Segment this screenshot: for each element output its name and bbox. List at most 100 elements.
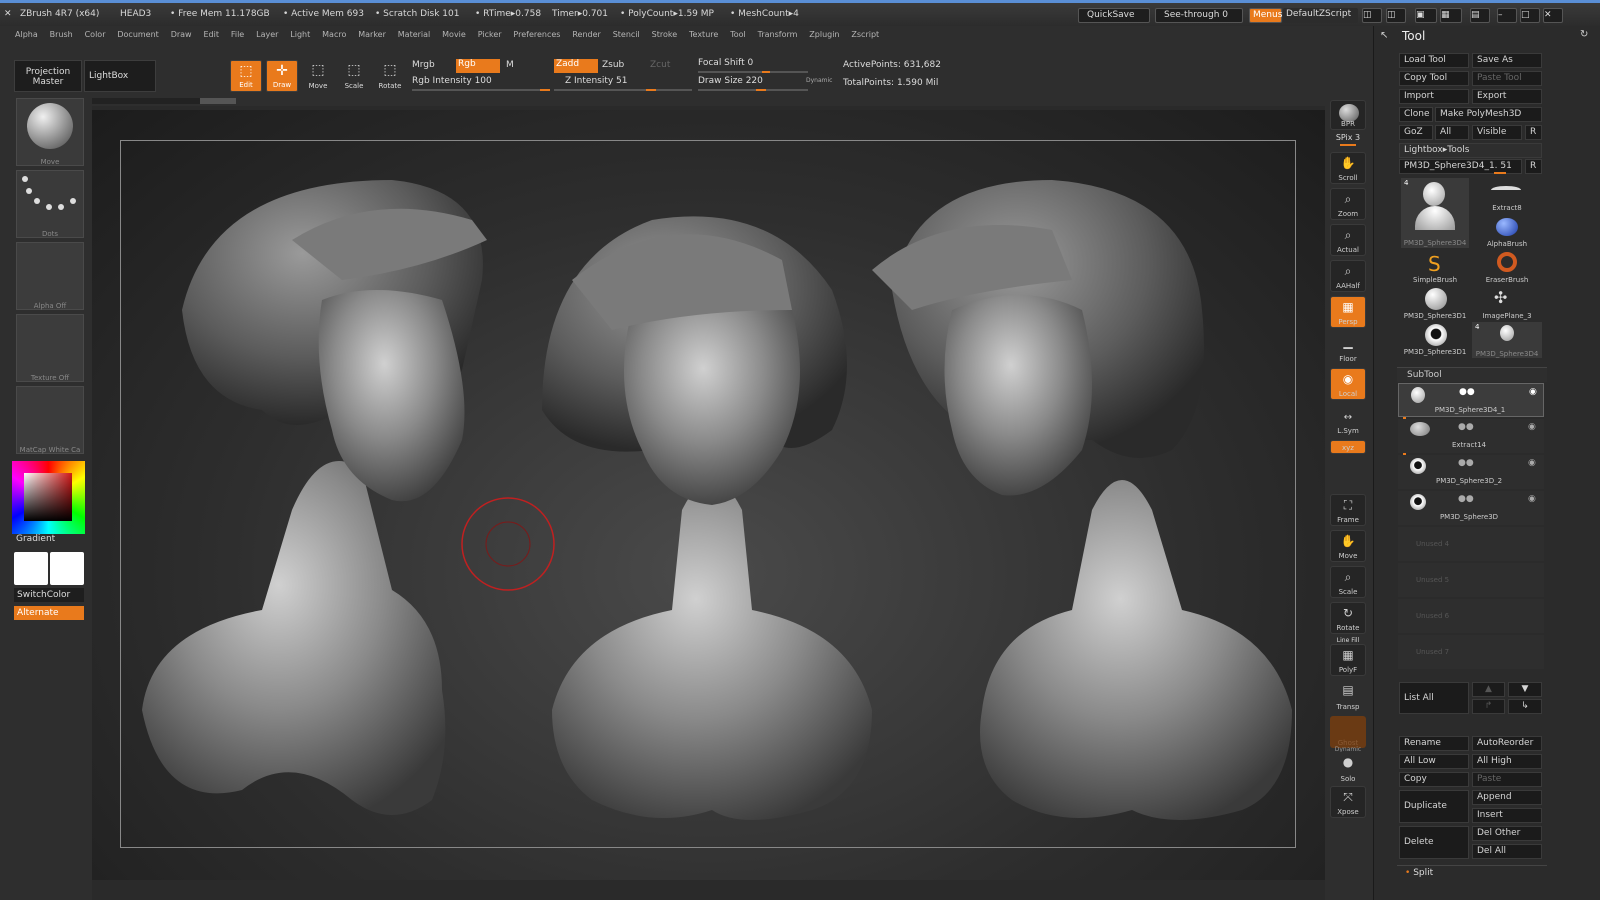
lightbox-tools-button[interactable]: Lightbox▸Tools [1399,143,1542,158]
scroll-button[interactable]: ✋ Scroll [1330,152,1366,184]
del-all-button[interactable]: Del All [1472,844,1542,859]
menu-brush[interactable]: Brush [50,26,73,44]
goz-all-button[interactable]: All [1435,125,1469,140]
menu-tool[interactable]: Tool [730,26,746,44]
paste-tool-button[interactable]: Paste Tool [1472,71,1542,86]
eye-sphere-tool-icon[interactable] [1425,324,1447,346]
subtool-row-active[interactable]: ●● ◉ PM3D_Sphere3D4_1 [1398,383,1544,417]
menu-picker[interactable]: Picker [478,26,502,44]
brush-thumbnail[interactable]: Move [16,98,84,166]
close-icon[interactable]: ✕ [1543,8,1563,23]
menu-color[interactable]: Color [85,26,106,44]
transp-button[interactable]: ▤ Transp [1330,680,1366,712]
menu-texture[interactable]: Texture [689,26,718,44]
menu-material[interactable]: Material [398,26,431,44]
rgb-button[interactable]: Rgb [456,59,500,73]
menus-button[interactable]: Menus [1249,8,1282,23]
floor-button[interactable]: ▁ Floor [1330,332,1366,364]
imageplane-tool-icon[interactable]: ✣ [1494,288,1507,307]
arrow-down-icon[interactable]: ▼ [1508,682,1542,697]
zoom-button[interactable]: ⌕ Zoom [1330,188,1366,220]
copy-button[interactable]: Copy [1399,772,1469,787]
bpr-button[interactable]: BPR [1330,100,1366,130]
gradient-label[interactable]: Gradient [16,534,55,544]
default-zscript-button[interactable]: DefaultZScript [1283,8,1358,23]
menu-stencil[interactable]: Stencil [613,26,640,44]
move-button[interactable]: ⬚ Move [302,60,334,92]
subtool-row[interactable]: Unused 6 [1398,599,1544,633]
color-picker[interactable] [12,461,85,534]
local-button[interactable]: ◉ Local [1330,368,1366,400]
rotate-view-button[interactable]: ↻ Rotate [1330,602,1366,634]
sculpt-model[interactable] [92,110,1325,880]
palette-refresh-icon[interactable]: ↻ [1580,29,1588,40]
maximize-icon[interactable]: □ [1520,8,1540,23]
subtool-row[interactable]: Unused 7 [1398,635,1544,669]
edit-button[interactable]: ⬚ Edit [230,60,262,92]
rgb-intensity-slider[interactable]: Rgb Intensity 100 [412,76,492,86]
z-intensity-track[interactable] [554,89,692,91]
frame-button[interactable]: ⛶ Frame [1330,494,1366,526]
alpha-thumbnail[interactable]: Alpha Off [16,242,84,310]
subtool-row[interactable]: ●● ◉ PM3D_Sphere3D [1398,491,1544,525]
layout-icon[interactable]: ◫ [1362,8,1382,23]
palette-pin-icon[interactable]: ↖ [1380,30,1388,41]
secondary-color-swatch[interactable] [50,552,84,585]
eye-icon[interactable]: ◉ [1528,422,1536,432]
xyz-button[interactable]: xyz [1330,440,1366,454]
menu-draw[interactable]: Draw [171,26,192,44]
menu-zscript[interactable]: Zscript [851,26,879,44]
ui-icon[interactable]: ▣ [1415,8,1437,23]
menu-stroke[interactable]: Stroke [652,26,678,44]
switchcolor-button[interactable]: SwitchColor [14,588,84,602]
subtool-row[interactable]: ●● ◉ PM3D_Sphere3D_2 [1398,455,1544,489]
extract-tool-icon[interactable] [1491,186,1521,194]
goz-r-button[interactable]: R [1525,125,1542,140]
zadd-button[interactable]: Zadd [554,59,598,73]
menu-preferences[interactable]: Preferences [513,26,560,44]
move-up-icon[interactable]: ↱ [1472,699,1505,714]
rename-button[interactable]: Rename [1399,736,1469,751]
menu-movie[interactable]: Movie [442,26,466,44]
stroke-thumbnail[interactable]: Dots [16,170,84,238]
load-tool-button[interactable]: Load Tool [1399,53,1469,68]
sphere-tool-icon[interactable] [1425,288,1447,310]
paste-button[interactable]: Paste [1472,772,1542,787]
layout-2-icon[interactable]: ◫ [1386,8,1406,23]
see-through-slider[interactable]: See-through 0 [1155,8,1243,23]
visible-button[interactable]: Visible [1472,125,1522,140]
material-thumbnail[interactable]: MatCap White Ca [16,386,84,454]
focal-shift-track[interactable] [698,71,808,73]
texture-thumbnail[interactable]: Texture Off [16,314,84,382]
subtool-row[interactable]: Unused 5 [1398,563,1544,597]
rotate-y-icon[interactable] [1330,458,1366,472]
delete-button[interactable]: Delete [1399,826,1469,859]
tool-thumb-main[interactable]: 4 PM3D_Sphere3D4 [1401,178,1469,248]
rgb-intensity-track[interactable] [412,89,550,91]
color-picker-square[interactable] [24,473,72,521]
subtool-visibility-icon[interactable]: ●● [1459,387,1475,397]
m-button[interactable]: M [506,60,514,70]
clone-button[interactable]: Clone [1399,107,1433,122]
menu-light[interactable]: Light [290,26,310,44]
draw-size-track[interactable] [698,89,808,91]
split-header[interactable]: • Split [1397,865,1547,879]
menu-marker[interactable]: Marker [358,26,386,44]
insert-button[interactable]: Insert [1472,808,1542,823]
ghost-button[interactable]: Ghost [1330,716,1366,748]
subtool-row[interactable]: Unused 4 [1398,527,1544,561]
shelf-scroll-thumb[interactable] [200,98,236,104]
focal-shift-slider[interactable]: Focal Shift 0 [698,58,753,68]
scale-view-button[interactable]: ⌕ Scale [1330,566,1366,598]
del-other-button[interactable]: Del Other [1472,826,1542,841]
eye-icon[interactable]: ◉ [1528,458,1536,468]
save-as-button[interactable]: Save As [1472,53,1542,68]
make-polymesh-button[interactable]: Make PolyMesh3D [1435,107,1542,122]
all-low-button[interactable]: All Low [1399,754,1469,769]
tool-thumb-secondary[interactable]: 4 PM3D_Sphere3D4 [1472,322,1542,358]
draw-size-slider[interactable]: Draw Size 220 [698,76,763,86]
aahalf-button[interactable]: ⌕ AAHalf [1330,260,1366,292]
polyf-button[interactable]: ▦ PolyF [1330,644,1366,676]
spix-slider[interactable]: SPix 3 [1330,133,1366,142]
list-all-button[interactable]: List All [1399,682,1469,714]
